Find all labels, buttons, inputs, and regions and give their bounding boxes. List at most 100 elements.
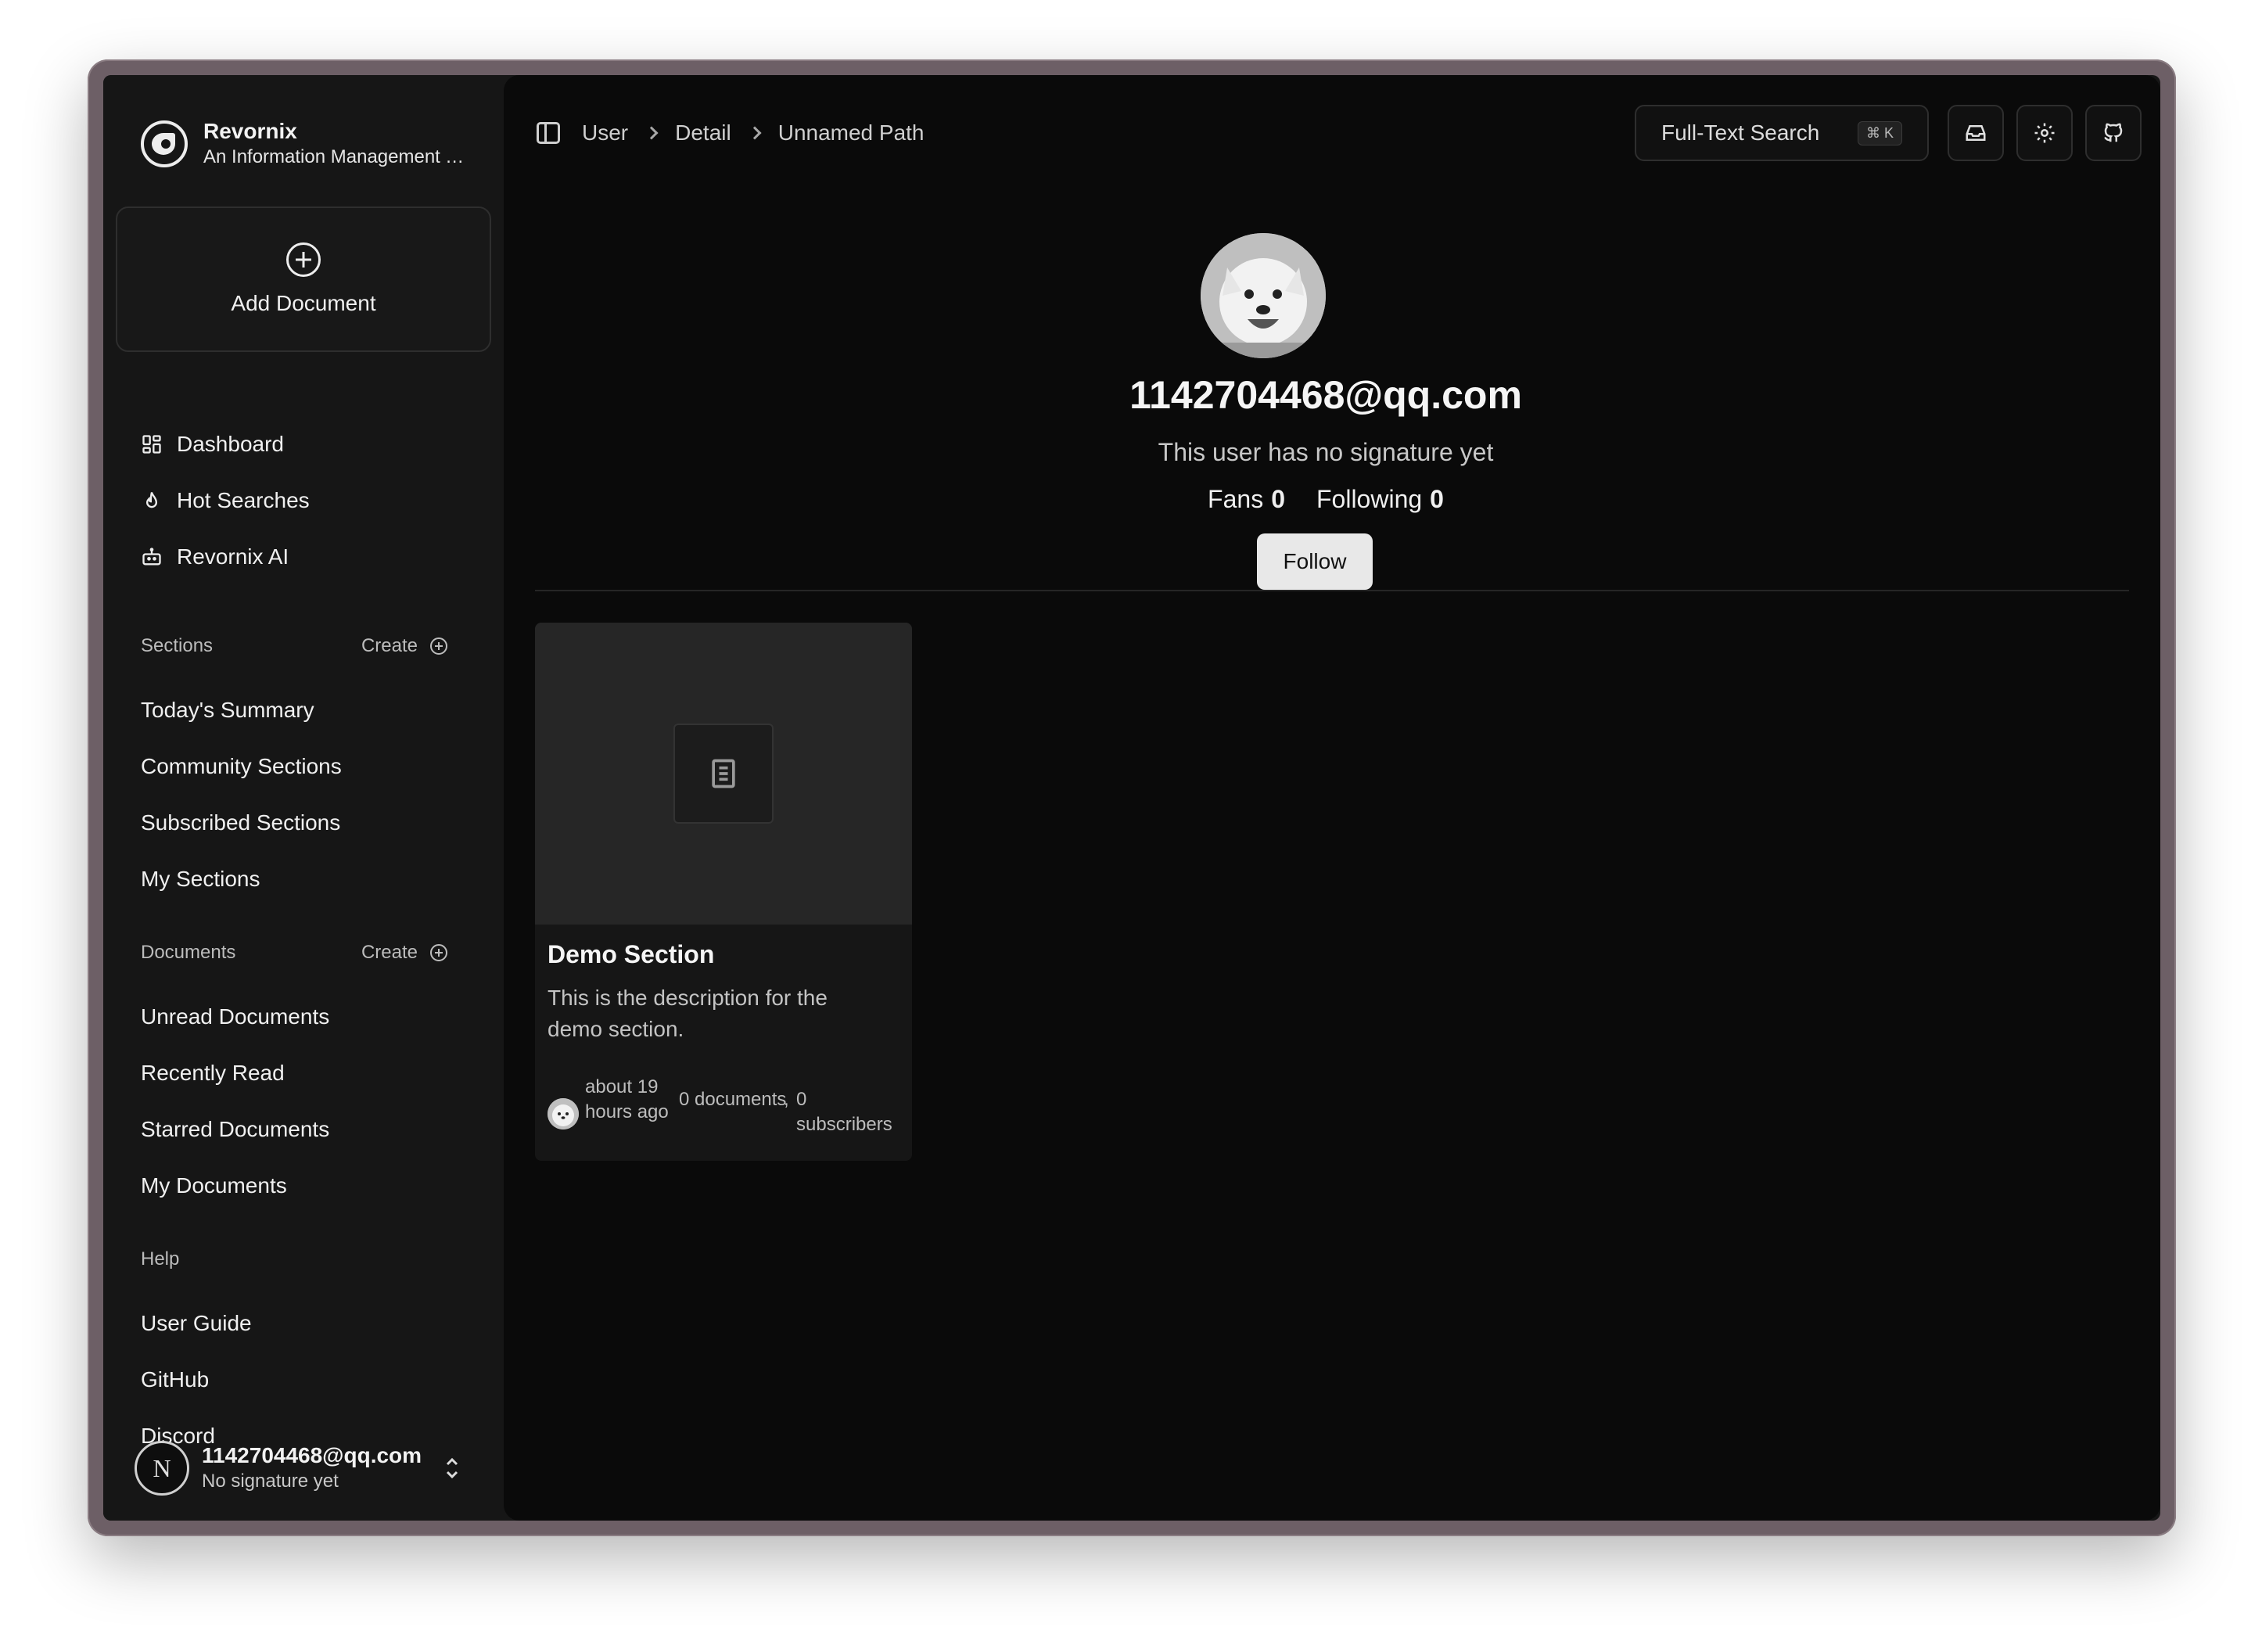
dog-photo-icon [1201, 233, 1326, 358]
nav-item-revornix-ai[interactable]: Revornix AI [141, 538, 485, 576]
github-icon [2104, 123, 2123, 142]
user-email: 1142704468@qq.com [202, 1443, 422, 1467]
inbox-icon [1966, 125, 1986, 141]
sidebar-toggle-icon[interactable] [537, 122, 560, 144]
nav-item-dashboard[interactable]: Dashboard [141, 426, 485, 463]
create-document-button[interactable]: Create [361, 942, 447, 964]
gear-icon [2034, 123, 2055, 143]
profile-email: 1142704468@qq.com [1129, 373, 1522, 417]
full-text-search-button[interactable]: Full-Text Search ⌘ K [1635, 105, 1929, 161]
add-document-label: Add Document [231, 291, 376, 315]
help-group-header: Help [141, 1245, 447, 1273]
sidebar: Revornix An Information Management Tool … [103, 75, 504, 1521]
brand-name: Revornix [203, 119, 297, 143]
sidebar-item-github[interactable]: GitHub [141, 1361, 485, 1399]
section-updated-time: about 19 hours ago [585, 1076, 669, 1122]
profile-stats: Fans 0 Following 0 [504, 485, 2148, 514]
divider [535, 590, 2129, 591]
inbox-button[interactable] [1948, 105, 2004, 161]
sidebar-item-recently-read[interactable]: Recently Read [141, 1054, 485, 1092]
sidebar-item-label: Starred Documents [141, 1117, 330, 1141]
breadcrumb: User Detail Unnamed Path [582, 119, 925, 147]
section-subscribers-count: 0 subscribers [796, 1089, 892, 1135]
flame-icon [141, 490, 163, 512]
section-title: Demo Section [548, 940, 715, 968]
sidebar-item-todays-summary[interactable]: Today's Summary [141, 691, 485, 729]
fans-label: Fans [1208, 485, 1264, 513]
chevron-right-icon [644, 126, 659, 140]
nav-item-hot-searches[interactable]: Hot Searches [141, 482, 485, 519]
create-label: Create [361, 635, 418, 656]
main-panel: User Detail Unnamed Path Full-Text Searc… [504, 75, 2160, 1521]
nav-label: Revornix AI [177, 544, 289, 569]
revornix-logo-icon [141, 120, 188, 167]
sidebar-item-label: Subscribed Sections [141, 810, 341, 835]
github-button[interactable] [2085, 105, 2142, 161]
section-description: This is the description for the demo sec… [548, 986, 828, 1041]
app-window: Revornix An Information Management Tool … [88, 59, 2176, 1536]
following-label: Following [1316, 485, 1423, 513]
documents-group-title: Documents [141, 942, 236, 963]
breadcrumb-item-user[interactable]: User [582, 120, 628, 145]
breadcrumb-item-current: Unnamed Path [777, 120, 925, 145]
create-label: Create [361, 942, 418, 963]
user-text: 1142704468@qq.com No signature yet [202, 1442, 429, 1494]
brand[interactable]: Revornix An Information Management Tool [141, 113, 485, 175]
user-signature: No signature yet [202, 1471, 339, 1492]
brand-subtitle: An Information Management Tool [203, 146, 469, 167]
search-shortcut: ⌘ K [1857, 120, 1902, 145]
section-cover [535, 623, 912, 925]
meta-separator: , [784, 1089, 789, 1110]
following-stat[interactable]: Following 0 [1316, 485, 1444, 514]
sidebar-item-label: GitHub [141, 1367, 210, 1392]
sidebar-item-subscribed-sections[interactable]: Subscribed Sections [141, 804, 485, 842]
add-document-button[interactable]: Add Document [116, 206, 491, 352]
brand-text: Revornix An Information Management Tool [203, 118, 469, 170]
sidebar-item-label: User Guide [141, 1311, 252, 1335]
app-root: Revornix An Information Management Tool … [103, 75, 2160, 1521]
sidebar-item-starred-documents[interactable]: Starred Documents [141, 1111, 485, 1148]
section-meta: about 19 hours ago 0 documents , 0 subsc… [548, 1075, 899, 1153]
sections-group-header: Sections Create [141, 632, 447, 660]
follow-button[interactable]: Follow [1257, 533, 1373, 590]
sidebar-item-label: Recently Read [141, 1061, 285, 1085]
user-menu[interactable]: N 1142704468@qq.com No signature yet [135, 1433, 479, 1503]
following-count: 0 [1430, 485, 1444, 513]
sidebar-item-unread-documents[interactable]: Unread Documents [141, 998, 485, 1036]
avatar [548, 1098, 579, 1129]
sidebar-item-label: Community Sections [141, 754, 342, 778]
settings-button[interactable] [2016, 105, 2073, 161]
dashboard-icon [141, 433, 163, 455]
sidebar-item-label: My Documents [141, 1173, 287, 1198]
plus-circle-icon [430, 637, 447, 655]
fans-count: 0 [1271, 485, 1285, 513]
section-card[interactable]: Demo Section This is the description for… [535, 623, 912, 1161]
sidebar-item-my-sections[interactable]: My Sections [141, 860, 485, 898]
help-group-title: Help [141, 1248, 180, 1270]
profile-header: 1142704468@qq.com This user has no signa… [504, 233, 2160, 640]
create-section-button[interactable]: Create [361, 635, 447, 657]
sidebar-item-user-guide[interactable]: User Guide [141, 1305, 485, 1342]
plus-circle-icon [430, 944, 447, 961]
chevrons-up-down-icon [443, 1455, 461, 1481]
nav-label: Hot Searches [177, 488, 310, 512]
sidebar-item-label: Today's Summary [141, 698, 314, 722]
dog-photo-icon [548, 1098, 579, 1129]
plus-circle-icon [286, 242, 321, 277]
sidebar-item-my-documents[interactable]: My Documents [141, 1167, 485, 1205]
profile-signature: This user has no signature yet [1158, 438, 1494, 466]
sidebar-item-community-sections[interactable]: Community Sections [141, 748, 485, 785]
search-label: Full-Text Search [1661, 120, 1820, 145]
nav-label: Dashboard [177, 432, 284, 456]
avatar: N [135, 1441, 189, 1496]
chevron-right-icon [748, 126, 762, 140]
book-icon [673, 724, 774, 824]
sections-group-title: Sections [141, 635, 214, 656]
bot-icon [141, 546, 163, 568]
documents-group-header: Documents Create [141, 939, 447, 967]
section-documents-count: 0 documents [679, 1089, 787, 1110]
fans-stat[interactable]: Fans 0 [1208, 485, 1285, 514]
breadcrumb-item-detail[interactable]: Detail [675, 120, 731, 145]
avatar [1201, 233, 1326, 358]
topbar: User Detail Unnamed Path Full-Text Searc… [504, 105, 2160, 161]
